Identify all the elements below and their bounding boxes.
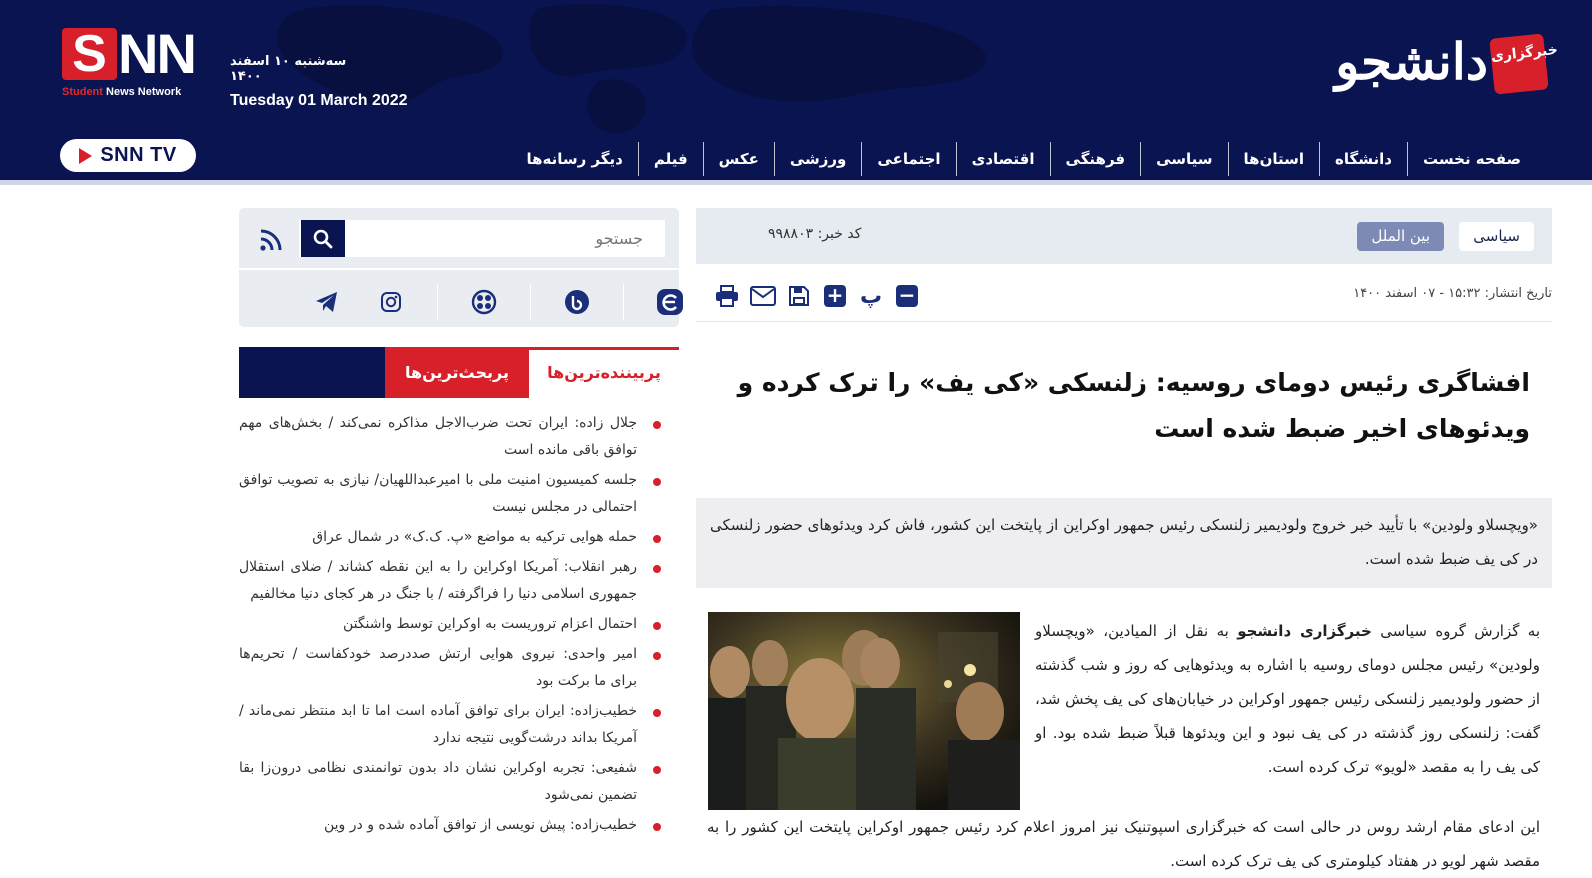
popular-news-list: جلال زاده: ایران تحت ضرب‌الاجل مذاکره نم… xyxy=(239,410,679,839)
list-item-text: جلال زاده: ایران تحت ضرب‌الاجل مذاکره نم… xyxy=(239,415,637,458)
article-headline: افشاگری رئیس دومای روسیه: زلنسکی «کی یف»… xyxy=(737,368,1530,443)
site-header: S NN Student News Network سه‌شنبه ۱۰ اسف… xyxy=(0,0,1592,185)
snn-tv-button[interactable]: SNN TV xyxy=(60,139,196,172)
date-block: سه‌شنبه ۱۰ اسفند ۱۴۰۰ Tuesday 01 March 2… xyxy=(230,54,408,110)
nav-item-university[interactable]: دانشگاه xyxy=(1319,142,1407,176)
search-button[interactable] xyxy=(301,220,345,257)
list-item[interactable]: رهبر انقلاب: آمریکا اوکراین را به این نق… xyxy=(239,554,667,608)
search-input[interactable] xyxy=(299,220,665,257)
search-divider xyxy=(239,268,679,270)
snn-logo-s: S xyxy=(62,28,117,80)
play-icon xyxy=(79,147,93,164)
news-code: کد خبر: ۹۹۸۸۰۳ xyxy=(768,226,862,242)
article-paragraph-2: این ادعای مقام ارشد روس در حالی است که خ… xyxy=(707,818,1540,870)
search-panel xyxy=(239,208,683,327)
zoom-in-icon[interactable]: + xyxy=(822,284,848,308)
article: سیاسی بین الملل کد خبر: ۹۹۸۸۰۳ تاریخ انت… xyxy=(696,208,1552,877)
article-lead: «ویچسلاو ولودین» با تأیید خبر خروج ولودی… xyxy=(696,498,1552,588)
social-divider xyxy=(623,284,624,320)
tab-most-discussed[interactable]: پربحث‌ترین‌ها xyxy=(385,347,529,398)
list-item-text: امیر واحدی: نیروی هوایی ارتش صددرصد خودک… xyxy=(239,646,637,689)
paragraph-1-prefix: به گزارش گروه سیاسی xyxy=(1371,622,1540,640)
list-item[interactable]: جلال زاده: ایران تحت ضرب‌الاجل مذاکره نم… xyxy=(239,410,667,464)
snn-logo-tagline: Student News Network xyxy=(62,86,181,98)
nav-item-home[interactable]: صفحه نخست xyxy=(1406,142,1536,176)
list-item-text: جلسه کمیسیون امنیت ملی با امیرعبداللهیان… xyxy=(239,472,637,515)
list-item[interactable]: خطیب‌زاده: پیش نویسی از توافق آماده شده … xyxy=(239,812,667,839)
nav-item-politics[interactable]: سیاسی xyxy=(1140,142,1227,176)
zoom-out-icon[interactable]: − xyxy=(894,284,920,308)
print-icon[interactable] xyxy=(714,284,740,308)
article-meta-row: تاریخ انتشار: ۱۵:۳۲ - ۰۷ اسفند ۱۴۰۰ + پ … xyxy=(696,264,1552,322)
daneshjoo-logo[interactable]: دانشجو خبرگزاری xyxy=(1298,30,1559,98)
nav-item-other-media[interactable]: دیگر رسانه‌ها xyxy=(511,142,637,176)
bullet-icon xyxy=(653,421,661,429)
snn-logo-nn: NN xyxy=(118,22,197,85)
bullet-icon xyxy=(653,565,661,573)
article-toolbar: + پ − xyxy=(714,284,920,309)
list-item-text: شفیعی: تجربه اوکراین نشان داد بدون توانم… xyxy=(239,760,637,803)
tagline-student: Student xyxy=(62,86,103,98)
list-item[interactable]: احتمال اعزام تروریست به اوکراین توسط واش… xyxy=(239,611,667,638)
list-item[interactable]: خطیب‌زاده: ایران برای توافق آماده است ام… xyxy=(239,698,667,752)
article-photo[interactable] xyxy=(708,612,1020,810)
header-divider xyxy=(0,180,1592,185)
article-paragraph-1: به گزارش گروه سیاسی خبرگزاری دانشجو به ن… xyxy=(1035,614,1540,784)
nav-item-economy[interactable]: اقتصادی xyxy=(955,142,1050,176)
eitaa-icon[interactable] xyxy=(652,284,688,320)
instagram-icon[interactable] xyxy=(373,284,409,320)
paragraph-1-text: به نقل از المیادین، «ویچسلاو ولودین» رئی… xyxy=(1035,622,1540,776)
list-item-text: خطیب‌زاده: ایران برای توافق آماده است ام… xyxy=(239,703,637,746)
list-item-text: حمله هوایی ترکیه به مواضع «پ. ک.ک» در شم… xyxy=(312,529,637,545)
nav-item-film[interactable]: فیلم xyxy=(637,142,703,176)
list-item[interactable]: حمله هوایی ترکیه به مواضع «پ. ک.ک» در شم… xyxy=(239,524,667,551)
bale-icon[interactable] xyxy=(559,284,595,320)
bullet-icon xyxy=(653,478,661,486)
sidebar: پربیننده‌ترین‌ها پربحث‌ترین‌ها جلال زاده… xyxy=(239,208,683,842)
snn-logo[interactable]: S NN Student News Network xyxy=(60,26,210,100)
search-icon xyxy=(313,229,333,248)
nav-item-society[interactable]: اجتماعی xyxy=(861,142,955,176)
email-icon[interactable] xyxy=(750,284,776,308)
tagline-news-network: News Network xyxy=(106,86,182,98)
bullet-icon xyxy=(653,709,661,717)
category-international-tag[interactable]: بین الملل xyxy=(1357,222,1444,251)
date-persian: سه‌شنبه ۱۰ اسفند ۱۴۰۰ xyxy=(230,54,347,84)
telegram-icon[interactable] xyxy=(309,284,345,320)
nav-item-culture[interactable]: فرهنگی xyxy=(1049,142,1141,176)
brand-badge: خبرگزاری xyxy=(1489,33,1559,95)
bullet-icon xyxy=(653,535,661,543)
category-politics-tag[interactable]: سیاسی xyxy=(1459,222,1534,251)
snn-tv-label: SNN TV xyxy=(100,144,177,166)
popular-tabs: پربیننده‌ترین‌ها پربحث‌ترین‌ها xyxy=(239,347,679,398)
social-divider xyxy=(437,284,438,320)
brand-name: دانشجو xyxy=(1335,32,1488,91)
list-item[interactable]: جلسه کمیسیون امنیت ملی با امیرعبداللهیان… xyxy=(239,467,667,521)
save-icon[interactable] xyxy=(786,284,812,308)
agency-name[interactable]: خبرگزاری دانشجو xyxy=(1237,622,1372,640)
bullet-icon xyxy=(653,766,661,774)
article-body: به گزارش گروه سیاسی خبرگزاری دانشجو به ن… xyxy=(696,612,1552,877)
list-item[interactable]: شفیعی: تجربه اوکراین نشان داد بدون توانم… xyxy=(239,755,667,809)
aparat-icon[interactable] xyxy=(466,284,502,320)
tab-most-viewed[interactable]: پربیننده‌ترین‌ها xyxy=(529,347,679,398)
nav-item-sports[interactable]: ورزشی xyxy=(773,142,862,176)
font-toggle-icon[interactable]: پ xyxy=(858,284,884,309)
date-english: Tuesday 01 March 2022 xyxy=(230,92,408,109)
main-nav: صفحه نخست دانشگاه استان‌ها سیاسی فرهنگی … xyxy=(511,140,1536,178)
social-links xyxy=(309,284,688,320)
social-divider xyxy=(530,284,531,320)
bullet-icon xyxy=(653,652,661,660)
publish-date: تاریخ انتشار: ۱۵:۳۲ - ۰۷ اسفند ۱۴۰۰ xyxy=(1353,286,1552,301)
list-item-text: رهبر انقلاب: آمریکا اوکراین را به این نق… xyxy=(239,559,637,602)
list-item[interactable]: امیر واحدی: نیروی هوایی ارتش صددرصد خودک… xyxy=(239,641,667,695)
article-category-bar: سیاسی بین الملل کد خبر: ۹۹۸۸۰۳ xyxy=(696,208,1552,264)
bullet-icon xyxy=(653,622,661,630)
nav-item-provinces[interactable]: استان‌ها xyxy=(1227,142,1319,176)
rss-icon[interactable] xyxy=(259,228,283,252)
bullet-icon xyxy=(653,823,661,831)
nav-item-photo[interactable]: عکس xyxy=(702,142,774,176)
list-item-text: احتمال اعزام تروریست به اوکراین توسط واش… xyxy=(342,616,637,632)
list-item-text: خطیب‌زاده: پیش نویسی از توافق آماده شده … xyxy=(324,817,637,833)
